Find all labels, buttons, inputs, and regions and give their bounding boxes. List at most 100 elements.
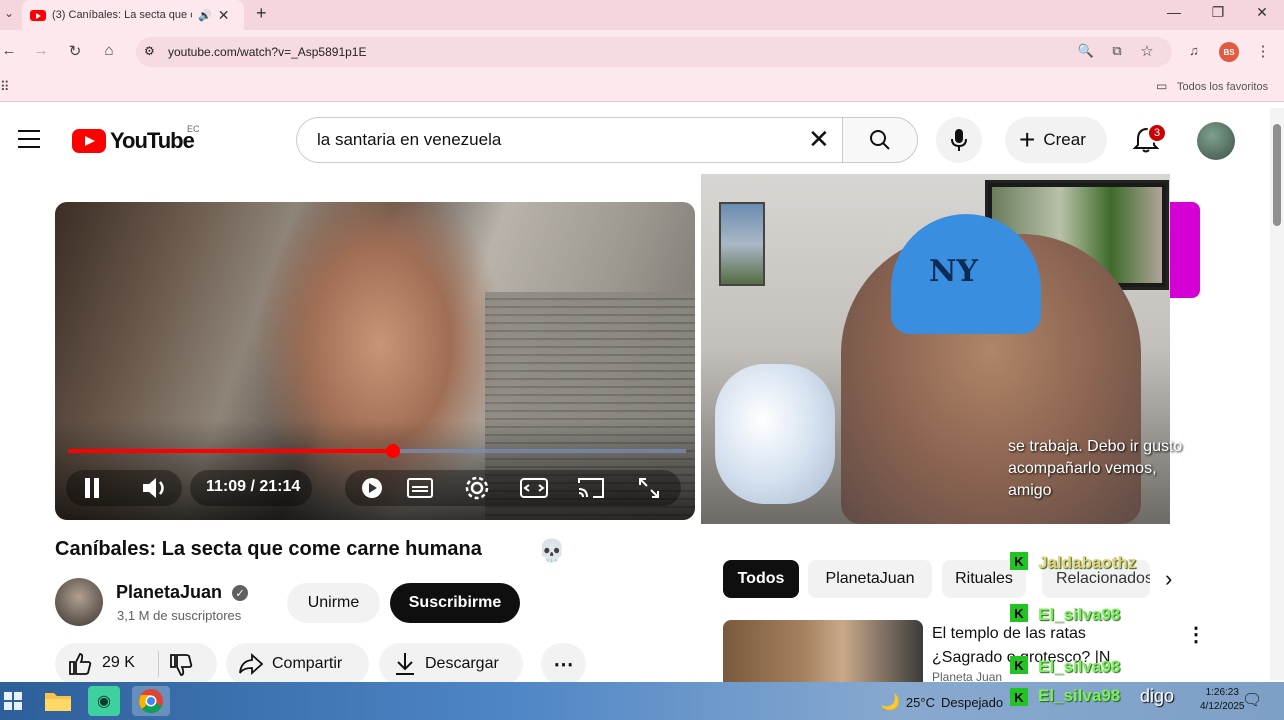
clock-date: 4/12/2025 (1200, 701, 1245, 712)
tab-search-icon[interactable]: ⌄ (4, 6, 14, 20)
more-vertical-icon[interactable]: ⋮ (1186, 622, 1206, 647)
chrome-button[interactable] (132, 686, 170, 716)
weather-temp: 25°C (905, 694, 935, 710)
subscribe-button[interactable]: Suscribirme (390, 583, 520, 623)
plus-icon: + (1019, 124, 1036, 155)
more-horizontal-icon: ⋯ (553, 653, 574, 676)
voice-search-button[interactable] (936, 117, 982, 163)
youtube-logo[interactable]: YouTube (72, 128, 195, 154)
menu-icon[interactable] (18, 130, 40, 148)
page-scroll-thumb[interactable] (1273, 124, 1281, 226)
progress-bar[interactable] (68, 449, 686, 453)
search-icon (870, 130, 890, 150)
thumbs-up-icon[interactable] (67, 651, 93, 682)
theater-icon (520, 478, 548, 498)
weather-widget[interactable]: 🌙 25°C Despejado (880, 692, 1003, 712)
more-actions-button[interactable]: ⋯ (541, 643, 586, 685)
time-display: 11:09 / 21:14 (206, 478, 301, 495)
taskbar-clock[interactable]: 1:26:23 4/12/2025 (1200, 686, 1245, 714)
related-video-thumbnail[interactable] (723, 620, 923, 682)
search-query: la santaria en venezuela (317, 130, 502, 149)
folder-icon: ▭ (1156, 79, 1168, 93)
windows-icon (4, 692, 22, 710)
kick-icon: K (1010, 656, 1028, 674)
verified-icon: ✓ (232, 585, 248, 601)
clock-time: 1:26:23 (1205, 687, 1239, 698)
kick-icon: K (1010, 604, 1028, 622)
pause-icon (85, 478, 99, 498)
install-app-icon[interactable]: ⧉ (1106, 43, 1128, 59)
settings-button[interactable] (463, 474, 491, 502)
join-button[interactable]: Unirme (287, 583, 380, 623)
moon-icon: 🌙 (880, 694, 900, 711)
theater-mode-button[interactable] (520, 474, 548, 502)
all-bookmarks-link[interactable]: Todos los favoritos (1177, 81, 1268, 93)
cast-button[interactable] (577, 474, 605, 502)
subtitles-button[interactable] (406, 474, 434, 502)
channel-name[interactable]: PlanetaJuan (116, 582, 222, 603)
region-code: EC (187, 124, 200, 134)
microphone-icon (951, 129, 967, 151)
minimize-button[interactable]: — (1164, 4, 1184, 20)
chip-todos[interactable]: Todos (723, 560, 799, 598)
download-button[interactable]: Descargar (379, 643, 523, 685)
app-button[interactable]: ◉ (88, 686, 120, 716)
skull-icon: 💀 (538, 538, 566, 563)
restore-button[interactable]: ❐ (1208, 4, 1228, 21)
new-tab-button[interactable]: + (256, 3, 267, 24)
reload-icon[interactable]: ↻ (64, 42, 86, 60)
notification-count-badge: 3 (1147, 123, 1167, 143)
apps-grid-icon[interactable]: ⠿ (0, 79, 10, 95)
pause-button[interactable] (80, 474, 104, 502)
kick-icon: K (1010, 552, 1028, 570)
close-window-button[interactable]: ✕ (1252, 4, 1272, 21)
account-avatar[interactable] (1197, 122, 1235, 160)
volume-icon (143, 478, 164, 498)
forward-icon[interactable]: → (30, 42, 52, 59)
close-tab-icon[interactable]: ✕ (218, 7, 230, 24)
progress-scrubber[interactable] (386, 444, 401, 458)
thumbs-down-icon[interactable] (168, 652, 194, 683)
chrome-icon (139, 689, 163, 714)
like-count[interactable]: 29 K (102, 654, 135, 672)
start-button[interactable] (0, 686, 26, 716)
chevron-right-icon[interactable]: › (1165, 566, 1172, 592)
download-label: Descargar (425, 655, 499, 672)
home-icon[interactable]: ⌂ (98, 42, 120, 59)
media-controls-icon[interactable]: ♫ (1183, 43, 1205, 58)
wall-painting (719, 202, 765, 286)
create-label: Crear (1043, 130, 1086, 149)
share-label: Compartir (272, 655, 343, 672)
subtitles-icon (407, 478, 433, 498)
share-button[interactable]: Compartir (226, 643, 369, 685)
volume-button[interactable] (140, 474, 170, 502)
browser-menu-icon[interactable]: ⋮ (1252, 42, 1274, 60)
download-icon (396, 653, 414, 675)
profile-avatar[interactable]: BS (1219, 42, 1239, 62)
bookmark-star-icon[interactable]: ☆ (1136, 42, 1158, 60)
search-input[interactable]: la santaria en venezuela (296, 117, 842, 163)
site-info-icon[interactable]: ⚙ (144, 44, 155, 58)
gear-icon (465, 476, 489, 500)
file-explorer-button[interactable] (42, 686, 74, 716)
webcam-chat-text: se trabaja. Debo ir gusto acompañarlo ve… (1008, 438, 1183, 499)
weather-desc: Despejado (940, 694, 1004, 710)
autoplay-toggle[interactable] (358, 474, 386, 502)
youtube-play-icon (72, 129, 106, 153)
cap-logo: NY (929, 254, 978, 289)
progress-fill (68, 449, 394, 453)
search-button[interactable] (842, 117, 918, 163)
clear-search-icon[interactable]: ✕ (808, 126, 830, 152)
chip-planetajuan[interactable]: PlanetaJuan (808, 560, 932, 598)
zoom-icon[interactable]: 🔍 (1075, 43, 1097, 59)
back-icon[interactable]: ← (0, 42, 20, 59)
browser-tab[interactable]: (3) Caníbales: La secta que c 🔊 ✕ (22, 0, 244, 30)
create-button[interactable]: + Crear (1005, 117, 1107, 163)
address-bar[interactable]: ⚙ youtube.com/watch?v=_Asp5891p1E (136, 37, 1172, 67)
speaker-icon[interactable]: 🔊 (198, 9, 212, 22)
channel-avatar[interactable] (55, 578, 103, 626)
notifications-icon[interactable]: 🗨 (1242, 690, 1262, 710)
streamer-microphone (715, 364, 835, 504)
chat-username: El_silva98 (1038, 657, 1121, 676)
fullscreen-button[interactable] (635, 474, 663, 502)
